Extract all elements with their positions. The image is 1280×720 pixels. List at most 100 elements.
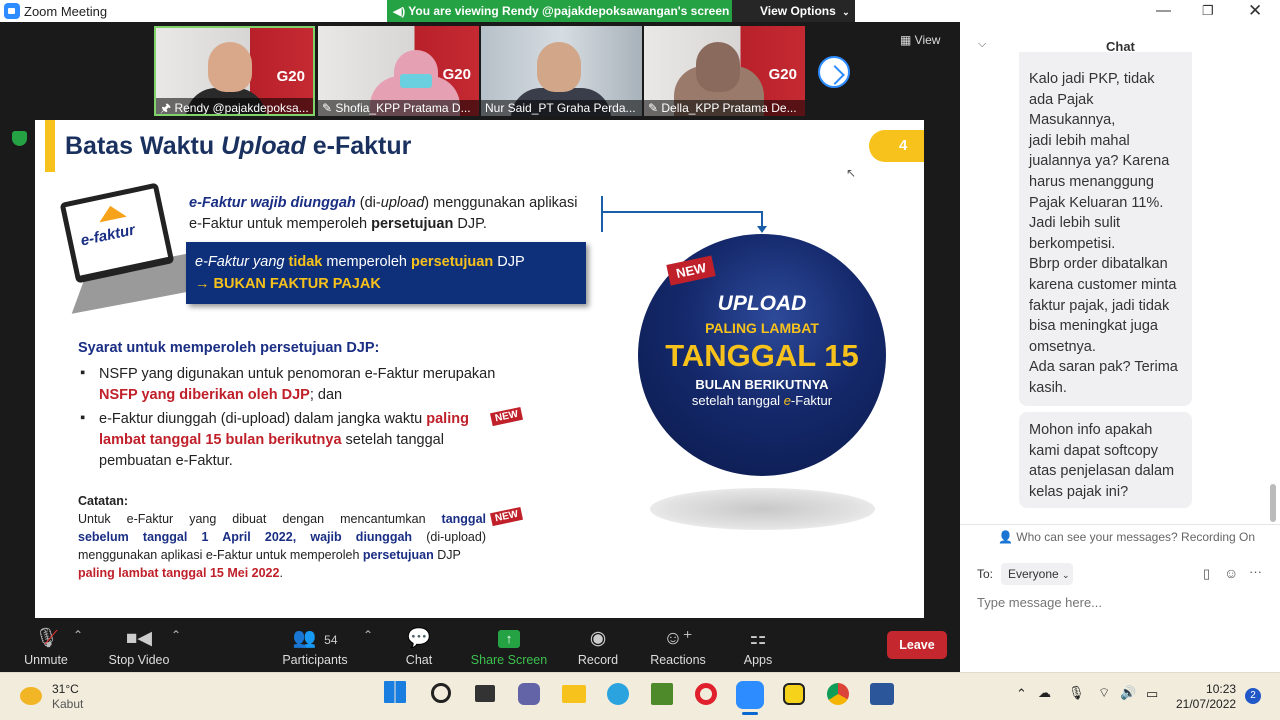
bullet-item: ▪ e-Faktur diunggah (di-upload) dalam ja… [78, 409, 548, 472]
teams-chat-icon[interactable] [518, 683, 540, 705]
text-span: tanggal [441, 512, 486, 526]
text-span: e [783, 393, 791, 408]
text-span: persetujuan [362, 548, 434, 562]
weather-sun-icon [20, 687, 42, 705]
apps-button[interactable]: ⚏ Apps [713, 626, 803, 667]
participant-tile[interactable]: G20 ✎ Shofia_KPP Pratama D... [318, 26, 479, 116]
shield-icon[interactable] [12, 131, 27, 146]
more-icon[interactable]: ··· [1249, 564, 1262, 579]
participant-tile[interactable]: G20 🖈 Rendy @pajakdepoksa... [154, 26, 315, 116]
bullet-icon: ▪ [80, 410, 86, 426]
cloud-icon[interactable]: ☁ [1038, 685, 1051, 701]
participant-tile[interactable]: G20 ✎ Della_KPP Pratama De... [644, 26, 805, 116]
laptop-display: e-faktur [65, 188, 169, 276]
sticky-notes-icon[interactable] [783, 683, 805, 705]
text-span: setelah tanggal [341, 432, 444, 448]
zoom-logo-icon [4, 3, 20, 19]
battery-icon[interactable]: ▭ [1146, 686, 1158, 702]
text-span: lambat tanggal 15 bulan berikutnya [99, 432, 342, 448]
bukan-faktur-box: e-Faktur yang tidak memperoleh persetuju… [186, 242, 586, 304]
minimize-icon[interactable]: — [1156, 2, 1171, 19]
participant-face [208, 42, 252, 92]
chat-message-line: kami dapat softcopy [1029, 442, 1158, 459]
leave-button[interactable]: Leave [887, 631, 947, 659]
reactions-button[interactable]: ☺⁺ Reactions [633, 626, 723, 667]
file-explorer-icon[interactable] [562, 685, 586, 703]
task-view-icon[interactable] [475, 685, 495, 702]
participant-name-label: ✎ Della_KPP Pratama De... [644, 100, 805, 116]
chevron-up-icon[interactable]: ⌃ [73, 628, 83, 642]
opera-icon[interactable] [695, 683, 717, 705]
minecraft-icon[interactable] [651, 683, 673, 705]
paragraph-line: e-Faktur untuk memperoleh persetujuan DJ… [189, 214, 599, 235]
ball-tanggal-text: TANGGAL 15 [665, 338, 859, 373]
clock-time: 10:23 [1206, 682, 1237, 696]
text-line: NSFP yang diberikan oleh DJP; dan [99, 385, 548, 406]
chat-message-line: jadi lebih mahal [1029, 132, 1130, 149]
paragraph-line: e-Faktur wajib diunggah (di-upload) meng… [189, 193, 599, 214]
active-app-indicator [742, 712, 758, 715]
view-options-button[interactable]: View Options ⌄ [732, 0, 855, 22]
note-line: paling lambat tanggal 15 Mei 2022. [78, 564, 486, 582]
text-span: Untuk e-Faktur yang dibuat dengan mencan… [78, 512, 442, 526]
gallery-strip [0, 22, 960, 118]
participant-name: Della_KPP Pratama De... [661, 101, 797, 115]
text-span: e-Faktur wajib diunggah [189, 195, 356, 211]
weather-condition: Kabut [52, 697, 84, 711]
close-icon[interactable]: ✕ [1248, 1, 1262, 21]
participant-name-label: Nur Said_PT Graha Perda... [481, 100, 642, 116]
text-span: paling [426, 411, 469, 427]
microphone-icon[interactable]: 🎙 [1068, 685, 1085, 701]
chevron-down-icon[interactable]: ⌵ [978, 38, 986, 51]
bullet-icon: ▪ [80, 365, 86, 381]
record-button[interactable]: ◉ Record [553, 626, 643, 667]
face-mask [400, 74, 432, 88]
participants-button[interactable]: 👥 54 Participants [270, 626, 360, 667]
g20-logo: G20 [768, 66, 797, 83]
new-tag: NEW [489, 506, 524, 527]
windows-start-icon[interactable] [384, 681, 406, 703]
viewing-banner-text: You are viewing Rendy @pajakdepoksawanga… [408, 4, 730, 18]
chrome-icon[interactable] [827, 683, 849, 705]
speaker-icon: ◀) [393, 6, 406, 18]
text-span: DJP. [453, 216, 487, 232]
chat-message-line: kelas pajak ini? [1029, 483, 1129, 500]
word-icon[interactable] [870, 683, 894, 705]
emoji-icon[interactable]: ☺ [1224, 565, 1238, 581]
text-span: (di-upload) [412, 530, 486, 544]
text-span: e-Faktur diunggah (di-upload) dalam jang… [99, 411, 427, 427]
telegram-icon[interactable] [607, 683, 629, 705]
share-screen-button[interactable]: ↑ Share Screen [464, 626, 554, 667]
view-button[interactable]: ▦ View [900, 33, 940, 47]
weather-widget[interactable]: 31°C Kabut [52, 682, 83, 712]
chevron-up-icon[interactable]: ⌃ [1016, 686, 1027, 702]
zoom-taskbar-icon[interactable] [736, 681, 764, 709]
chat-scrollbar[interactable] [1270, 484, 1276, 522]
text-span: ) menggunakan aplikasi [424, 195, 578, 211]
chat-message-input[interactable] [977, 595, 1267, 610]
who-can-see-link[interactable]: 👤 Who can see your messages? Recording O… [998, 530, 1255, 544]
next-page-arrow-icon[interactable] [818, 56, 850, 88]
windows-taskbar [0, 672, 1280, 720]
title-accent-bar [45, 120, 55, 172]
text-span: memperoleh [322, 254, 411, 270]
notification-badge[interactable]: 2 [1245, 688, 1261, 704]
chat-button[interactable]: 💬 Chat [374, 626, 464, 667]
participant-name-label: ✎ Shofia_KPP Pratama D... [318, 100, 479, 116]
chevron-up-icon[interactable]: ⌃ [363, 628, 373, 642]
file-icon[interactable]: ▯ [1203, 566, 1210, 582]
search-icon[interactable] [431, 683, 451, 703]
text-span: NSFP yang diberikan oleh DJP [99, 387, 310, 403]
text-span: setelah tanggal [691, 393, 784, 408]
wifi-icon[interactable]: ⌔ [1098, 685, 1110, 701]
divider [960, 524, 1280, 525]
system-clock[interactable]: 10:23 21/07/2022 [1176, 682, 1236, 712]
restore-icon[interactable]: ❐ [1202, 3, 1214, 19]
volume-icon[interactable]: 🔊 [1120, 685, 1136, 701]
recipient-dropdown[interactable]: Everyone ⌄ [1001, 563, 1073, 585]
chevron-up-icon[interactable]: ⌃ [171, 628, 181, 642]
participant-tile[interactable]: Nur Said_PT Graha Perda... [481, 26, 642, 116]
chat-message-line: Mohon info apakah [1029, 422, 1153, 438]
chevron-down-icon: ⌄ [1062, 570, 1070, 580]
text-span: tidak [288, 254, 323, 270]
